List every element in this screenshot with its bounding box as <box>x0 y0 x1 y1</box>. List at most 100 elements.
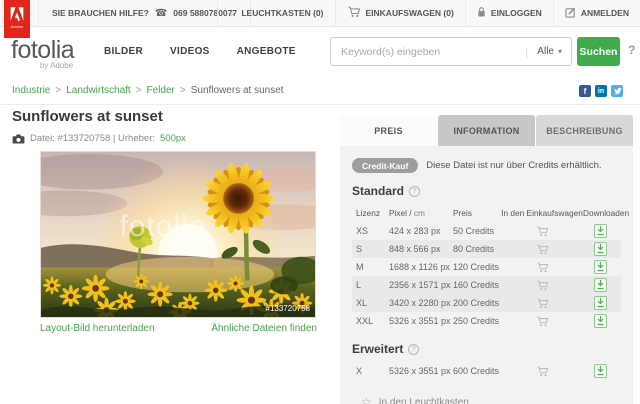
help-icon[interactable]: ? <box>409 185 421 197</box>
breadcrumb-link-felder[interactable]: Felder <box>147 85 175 96</box>
search-filter-value: Alle <box>537 46 554 57</box>
download-icon[interactable] <box>593 296 607 310</box>
table-row-x: X 5326 x 3551 px 600 Credits <box>352 362 621 380</box>
download-icon[interactable] <box>593 364 607 378</box>
credit-text: Diese Datei ist nur über Credits erhältl… <box>426 160 602 171</box>
login-button[interactable]: EINLOGGEN <box>464 0 553 26</box>
add-to-cart-icon[interactable] <box>501 366 583 377</box>
add-to-cart-icon[interactable] <box>501 280 583 291</box>
page: SIE BRAUCHEN HILFE? ☎ 069 5880780077 ☆ L… <box>0 0 640 404</box>
search-input[interactable] <box>331 45 526 58</box>
table-row-xs: XS 424 x 283 px 50 Credits <box>352 222 621 240</box>
phone-icon: ☎ <box>154 7 168 19</box>
download-icon[interactable] <box>593 224 607 238</box>
camera-icon <box>12 133 25 144</box>
top-utility-bar: SIE BRAUCHEN HILFE? ☎ 069 5880780077 ☆ L… <box>0 0 640 27</box>
similar-files-link[interactable]: Ähnliche Dateien finden <box>211 323 317 334</box>
lightbox-label: LEUCHTKASTEN (0) <box>241 8 324 18</box>
chevron-down-icon: ▾ <box>557 47 562 56</box>
search-bar: | Alle ▾ <box>330 37 572 66</box>
tab-information[interactable]: INFORMATION <box>438 115 535 146</box>
adobe-logo[interactable]: Adobe <box>4 0 30 38</box>
social-share: f in <box>579 85 623 97</box>
section-erweitert: Erweitert ? <box>352 342 621 356</box>
cart-label: EINKAUFSWAGEN (0) <box>365 8 454 18</box>
file-id-label: Datei: #133720758 | Urheber: <box>30 133 155 144</box>
download-icon[interactable] <box>593 242 607 256</box>
linkedin-icon[interactable]: in <box>595 85 607 97</box>
download-icon[interactable] <box>593 278 607 292</box>
star-icon: ☆ <box>361 395 372 404</box>
table-row-xxl: XXL 5326 x 3551 px 250 Credits <box>352 312 621 330</box>
register-label: ANMELDEN <box>580 8 629 18</box>
star-icon: ☆ <box>228 7 237 18</box>
search-button[interactable]: Suchen <box>577 37 620 66</box>
author-link[interactable]: 500px <box>160 133 186 144</box>
cart-icon <box>347 6 361 20</box>
download-icon[interactable] <box>593 260 607 274</box>
help-label: SIE BRAUCHEN HILFE? <box>52 8 149 18</box>
breadcrumb-current: Sunflowers at sunset <box>190 85 284 96</box>
tab-preis[interactable]: PREIS <box>340 115 437 146</box>
tab-beschreibung[interactable]: BESCHREIBUNG <box>536 115 633 146</box>
add-to-cart-icon[interactable] <box>501 316 583 327</box>
erweitert-heading: Erweitert <box>352 342 404 356</box>
table-row-l: L 2356 x 1571 px 160 Credits <box>352 276 621 294</box>
lightbox-button[interactable]: ☆ LEUCHTKASTEN (0) <box>216 0 335 26</box>
help-icon[interactable]: ? <box>408 343 420 355</box>
nav-item-angebote[interactable]: ANGEBOTE <box>237 46 296 57</box>
col-cart: In den Einkaufswagen <box>501 207 583 218</box>
breadcrumb-link-landwirtschaft[interactable]: Landwirtschaft <box>66 85 130 96</box>
register-button[interactable]: ANMELDEN <box>552 0 640 26</box>
breadcrumb-separator: > <box>55 85 62 96</box>
breadcrumb-link-industrie[interactable]: Industrie <box>12 85 50 96</box>
twitter-icon[interactable] <box>611 85 623 97</box>
main-nav: BILDER VIDEOS ANGEBOTE <box>104 27 296 76</box>
lightbox-action-label: In den Leuchtkasten <box>378 396 469 404</box>
breadcrumb-row: Industrie > Landwirtschaft > Felder > Su… <box>0 76 640 105</box>
sunflower-photo <box>41 152 315 317</box>
panel-body: Credit-Kauf Diese Datei ist nur über Cre… <box>340 146 633 404</box>
lock-icon <box>477 6 486 20</box>
col-price: Preis <box>453 207 472 218</box>
add-to-cart-icon[interactable] <box>501 244 583 255</box>
add-to-cart-icon[interactable] <box>501 298 583 309</box>
account-menu: ☆ LEUCHTKASTEN (0) EINKAUFSWAGEN (0) EIN… <box>216 0 640 26</box>
table-row-xl: XL 3420 x 2280 px 200 Credits <box>352 294 621 312</box>
download-layout-link[interactable]: Layout-Bild herunterladen <box>40 323 155 334</box>
panel-tabs: PREIS INFORMATION BESCHREIBUNG <box>340 115 633 146</box>
section-standard: Standard ? <box>352 184 621 198</box>
preview-image: fotolia #133720758 <box>40 151 316 318</box>
breadcrumb-separator: > <box>135 85 142 96</box>
credit-info: Credit-Kauf Diese Datei ist nur über Cre… <box>352 158 621 173</box>
main-header: fotolia by Adobe BILDER VIDEOS ANGEBOTE … <box>0 27 640 76</box>
add-to-lightbox-button[interactable]: ☆ In den Leuchtkasten <box>352 395 621 404</box>
pencil-square-icon <box>565 7 576 20</box>
cart-button[interactable]: EINKAUFSWAGEN (0) <box>334 0 465 26</box>
login-label: EINLOGGEN <box>490 8 542 18</box>
col-license: Lizenz <box>356 207 380 218</box>
col-download: Downloaden <box>583 207 630 218</box>
facebook-icon[interactable]: f <box>579 85 591 97</box>
image-actions: Layout-Bild herunterladen Ähnliche Datei… <box>40 323 317 334</box>
unit-toggle-cm[interactable]: cm <box>414 208 425 218</box>
adobe-a-icon <box>10 7 24 21</box>
page-title: Sunflowers at sunset <box>12 108 163 125</box>
fotolia-logo[interactable]: fotolia by Adobe <box>11 36 75 70</box>
file-meta: Datei: #133720758 | Urheber: 500px <box>12 133 186 144</box>
search-filter-dropdown[interactable]: Alle ▾ <box>528 46 571 57</box>
credit-badge: Credit-Kauf <box>352 158 419 173</box>
download-icon[interactable] <box>593 314 607 328</box>
price-panel: PREIS INFORMATION BESCHREIBUNG Credit-Ka… <box>340 115 633 404</box>
standard-heading: Standard <box>352 184 405 198</box>
nav-item-videos[interactable]: VIDEOS <box>170 46 210 57</box>
adobe-wordmark: Adobe <box>10 24 24 29</box>
col-pixel: Pixel / cm <box>389 207 425 218</box>
add-to-cart-icon[interactable] <box>501 226 583 237</box>
table-row-m: M 1688 x 1126 px 120 Credits <box>352 258 621 276</box>
breadcrumb: Industrie > Landwirtschaft > Felder > Su… <box>12 76 284 105</box>
search-help-icon[interactable]: ? <box>628 43 635 57</box>
add-to-cart-icon[interactable] <box>501 262 583 273</box>
nav-item-bilder[interactable]: BILDER <box>104 46 143 57</box>
image-id-overlay: #133720758 <box>265 304 311 313</box>
